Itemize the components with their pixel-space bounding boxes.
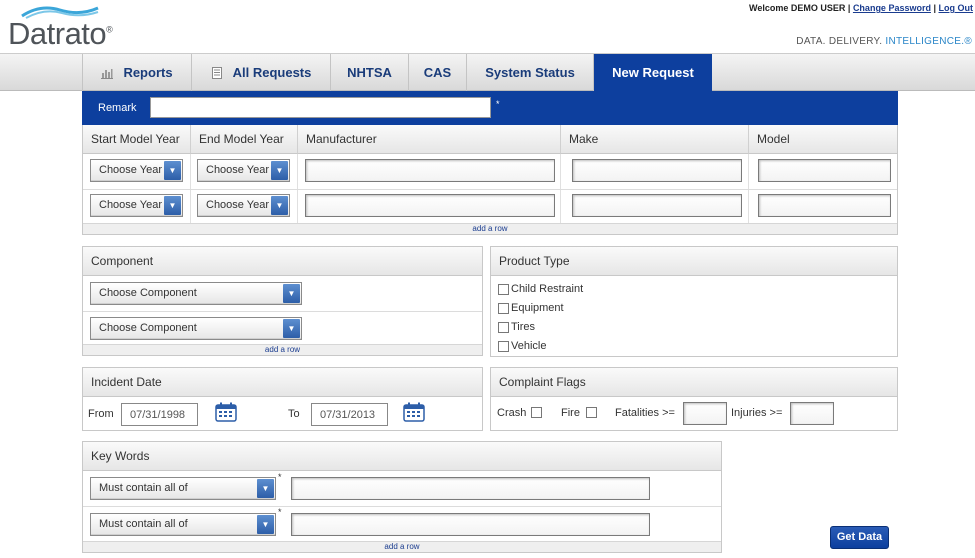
make-input[interactable] (572, 194, 742, 217)
remark-bar: Remark * (82, 91, 898, 125)
model-input[interactable] (758, 159, 891, 182)
header-manufacturer: Manufacturer (298, 125, 561, 154)
complaint-flags-title: Complaint Flags (491, 368, 897, 397)
document-icon (211, 66, 222, 79)
to-date-input[interactable] (311, 403, 388, 426)
header-make: Make (561, 125, 749, 154)
header-start-model-year: Start Model Year (83, 125, 191, 154)
checkbox[interactable] (498, 340, 509, 352)
end-year-select[interactable]: Choose Year ▼ (197, 159, 290, 182)
to-label: To (288, 408, 300, 420)
key-words-title: Key Words (83, 442, 721, 471)
remark-label: Remark (98, 102, 137, 114)
manufacturer-input[interactable] (305, 159, 555, 182)
manufacturer-input[interactable] (305, 194, 555, 217)
component-select[interactable]: Choose Component ▼ (90, 317, 302, 340)
chevron-down-icon: ▼ (283, 319, 300, 338)
change-password-link[interactable]: Change Password (853, 3, 931, 13)
checkbox-tires[interactable]: Tires (498, 321, 535, 333)
keyword-mode-select[interactable]: Must contain all of ▼ (90, 477, 276, 500)
fatalities-input[interactable] (683, 402, 727, 425)
checkbox-vehicle[interactable]: Vehicle (498, 340, 546, 352)
required-mark: * (278, 507, 282, 517)
get-data-button[interactable]: Get Data (830, 526, 889, 549)
calendar-icon[interactable] (215, 402, 237, 422)
component-select[interactable]: Choose Component ▼ (90, 282, 302, 305)
required-mark: * (278, 472, 282, 482)
key-words-panel: Key Words Must contain all of ▼ * Must c… (82, 441, 722, 553)
chevron-down-icon: ▼ (164, 196, 181, 215)
tagline: DATA. DELIVERY. INTELLIGENCE.® (796, 36, 972, 47)
add-row-link[interactable]: add a row (83, 344, 482, 355)
log-out-link[interactable]: Log Out (939, 3, 974, 13)
bar-chart-icon (101, 68, 114, 79)
tab-label: All Requests (232, 65, 312, 80)
chevron-down-icon: ▼ (271, 161, 288, 180)
datrato-logo: Datrato® (4, 2, 134, 51)
remark-input[interactable] (150, 97, 491, 118)
from-label: From (88, 408, 114, 420)
tab-new-request[interactable]: New Request (594, 54, 712, 91)
tab-label: NHTSA (347, 65, 392, 80)
keyword-input[interactable] (291, 477, 650, 500)
logo-text: Datrato (8, 16, 107, 51)
main-nav: Reports All Requests NHTSA CAS System St… (0, 53, 975, 91)
tab-label: CAS (423, 65, 452, 80)
component-panel: Component Choose Component ▼ Choose Comp… (82, 246, 483, 356)
tab-all-requests[interactable]: All Requests (192, 54, 331, 91)
vehicle-table: Start Model Year End Model Year Manufact… (82, 125, 898, 235)
chevron-down-icon: ▼ (271, 196, 288, 215)
calendar-icon[interactable] (403, 402, 425, 422)
component-title: Component (83, 247, 482, 276)
required-mark: * (496, 99, 500, 109)
from-date-input[interactable] (121, 403, 198, 426)
welcome-text: Welcome DEMO USER (749, 3, 846, 13)
end-year-select[interactable]: Choose Year ▼ (197, 194, 290, 217)
product-type-panel: Product Type Child Restraint Equipment T… (490, 246, 898, 357)
fire-label: Fire (561, 407, 580, 419)
model-input[interactable] (758, 194, 891, 217)
start-year-select[interactable]: Choose Year ▼ (90, 194, 183, 217)
chevron-down-icon: ▼ (283, 284, 300, 303)
tab-label: System Status (485, 65, 575, 80)
start-year-select[interactable]: Choose Year ▼ (90, 159, 183, 182)
checkbox-child-restraint[interactable]: Child Restraint (498, 283, 583, 295)
fire-checkbox[interactable] (586, 407, 597, 418)
crash-checkbox[interactable] (531, 407, 542, 418)
complaint-flags-panel: Complaint Flags Crash Fire Fatalities >=… (490, 367, 898, 431)
fatalities-label: Fatalities >= (615, 407, 675, 419)
incident-date-title: Incident Date (83, 368, 482, 397)
checkbox[interactable] (498, 283, 509, 295)
product-type-title: Product Type (491, 247, 897, 276)
tab-system-status[interactable]: System Status (467, 54, 594, 91)
keyword-mode-select[interactable]: Must contain all of ▼ (90, 513, 276, 536)
tab-reports[interactable]: Reports (82, 54, 192, 91)
tab-nhtsa[interactable]: NHTSA (331, 54, 409, 91)
tab-label: New Request (612, 65, 694, 80)
injuries-label: Injuries >= (731, 407, 783, 419)
user-links: Welcome DEMO USER | Change Password | Lo… (749, 3, 973, 13)
checkbox-equipment[interactable]: Equipment (498, 302, 564, 314)
tab-cas[interactable]: CAS (409, 54, 467, 91)
injuries-input[interactable] (790, 402, 834, 425)
chevron-down-icon: ▼ (257, 515, 274, 534)
crash-label: Crash (497, 407, 527, 419)
incident-date-panel: Incident Date From To (82, 367, 483, 431)
tab-label: Reports (123, 65, 173, 80)
add-row-link[interactable]: add a row (83, 223, 897, 234)
add-row-link[interactable]: add a row (83, 541, 721, 552)
checkbox[interactable] (498, 302, 509, 314)
chevron-down-icon: ▼ (257, 479, 274, 498)
keyword-input[interactable] (291, 513, 650, 536)
checkbox[interactable] (498, 321, 509, 333)
header-end-model-year: End Model Year (191, 125, 298, 154)
make-input[interactable] (572, 159, 742, 182)
header-model: Model (749, 125, 897, 154)
chevron-down-icon: ▼ (164, 161, 181, 180)
